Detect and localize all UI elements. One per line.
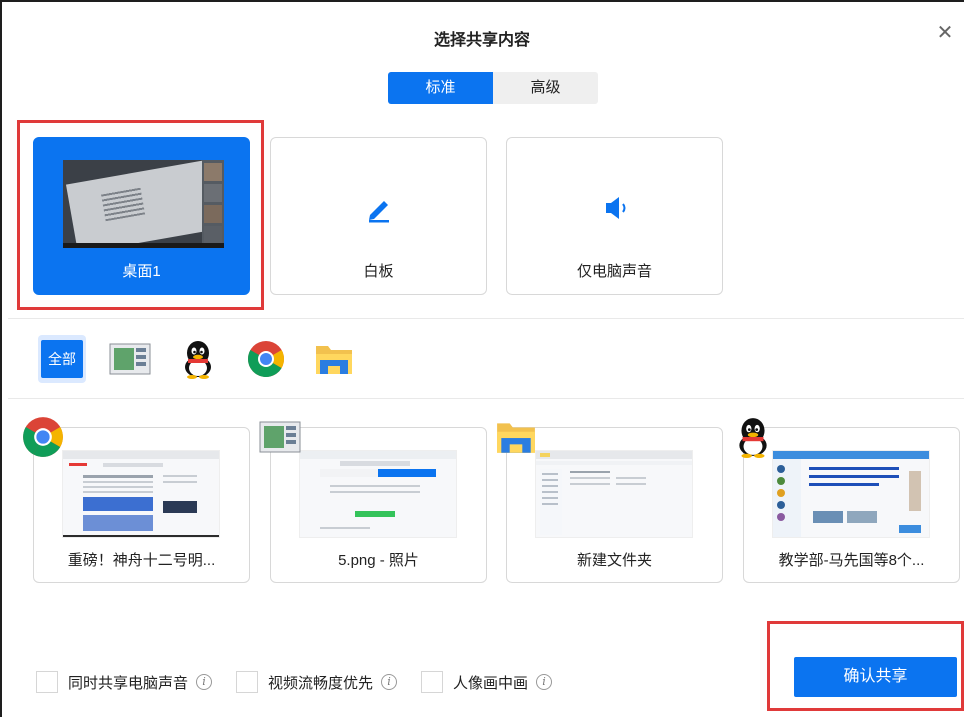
picture-in-picture-label: 人像画中画: [453, 674, 529, 692]
source-desktop-label: 桌面1: [122, 263, 161, 280]
tab-standard[interactable]: 标准: [388, 72, 493, 104]
window-label: 重磅！神舟十二号明...: [67, 552, 216, 569]
source-audio-label: 仅电脑声音: [576, 263, 652, 280]
qq-icon: [739, 418, 767, 458]
window-card-chrome[interactable]: 重磅！神舟十二号明...: [23, 417, 250, 583]
filter-explorer[interactable]: [310, 335, 358, 383]
section-divider-top: [8, 318, 964, 319]
chrome-icon: [23, 417, 63, 457]
photos-app-icon: [259, 421, 301, 453]
window-label: 新建文件夹: [576, 552, 652, 569]
smooth-video-checkbox[interactable]: [236, 671, 259, 693]
option-smooth-video[interactable]: 视频流畅度优先 i: [236, 671, 398, 693]
window-label: 教学部-马先国等8个...: [778, 552, 925, 569]
share-options: 同时共享电脑声音 i 视频流畅度优先 i 人像画中画 i: [36, 671, 576, 693]
chrome-icon: [247, 341, 284, 378]
share-audio-label: 同时共享电脑声音: [68, 674, 189, 692]
info-icon[interactable]: i: [536, 674, 553, 690]
picture-in-picture-checkbox[interactable]: [421, 671, 444, 693]
window-card-photos[interactable]: 5.png - 照片: [259, 421, 487, 583]
pencil-icon: [271, 193, 486, 228]
section-divider-middle: [8, 398, 964, 399]
app-filter-row: 全部: [38, 335, 358, 383]
window-thumbnail: [772, 450, 930, 538]
option-share-audio[interactable]: 同时共享电脑声音 i: [36, 671, 213, 693]
dialog-titlebar: 选择共享内容 ✕: [0, 0, 964, 70]
window-left-border: [0, 0, 2, 717]
speaker-icon: [507, 193, 722, 228]
filter-all-label: 全部: [41, 340, 83, 378]
filter-photos[interactable]: [106, 335, 154, 383]
filter-all[interactable]: 全部: [38, 335, 86, 383]
info-icon[interactable]: i: [381, 674, 398, 690]
qq-icon: [185, 341, 211, 379]
source-whiteboard-label: 白板: [363, 263, 394, 280]
source-desktop-card[interactable]: 桌面1: [33, 137, 250, 295]
window-thumbnail: [535, 450, 693, 538]
mode-tabs: 标准 高级: [388, 72, 598, 104]
share-audio-checkbox[interactable]: [36, 671, 58, 693]
file-explorer-icon: [497, 423, 535, 453]
source-audio-card[interactable]: 仅电脑声音: [506, 137, 723, 295]
filter-chrome[interactable]: [242, 335, 290, 383]
tab-advanced[interactable]: 高级: [493, 72, 598, 104]
window-thumbnail: [62, 450, 220, 538]
option-picture-in-picture[interactable]: 人像画中画 i: [421, 671, 553, 693]
filter-qq[interactable]: [174, 335, 222, 383]
confirm-share-button[interactable]: 确认共享: [794, 657, 957, 697]
file-explorer-icon: [316, 346, 352, 374]
close-icon[interactable]: ✕: [934, 22, 956, 44]
dialog-title: 选择共享内容: [433, 32, 530, 49]
window-label: 5.png - 照片: [338, 552, 419, 569]
smooth-video-label: 视频流畅度优先: [268, 674, 374, 692]
desktop-thumbnail: [63, 160, 224, 248]
window-thumbnail: [299, 450, 457, 538]
source-whiteboard-card[interactable]: 白板: [270, 137, 487, 295]
window-card-explorer[interactable]: 新建文件夹: [497, 423, 723, 583]
window-card-qq[interactable]: 教学部-马先国等8个...: [739, 418, 960, 583]
photos-app-icon: [109, 343, 151, 375]
info-icon[interactable]: i: [196, 674, 213, 690]
